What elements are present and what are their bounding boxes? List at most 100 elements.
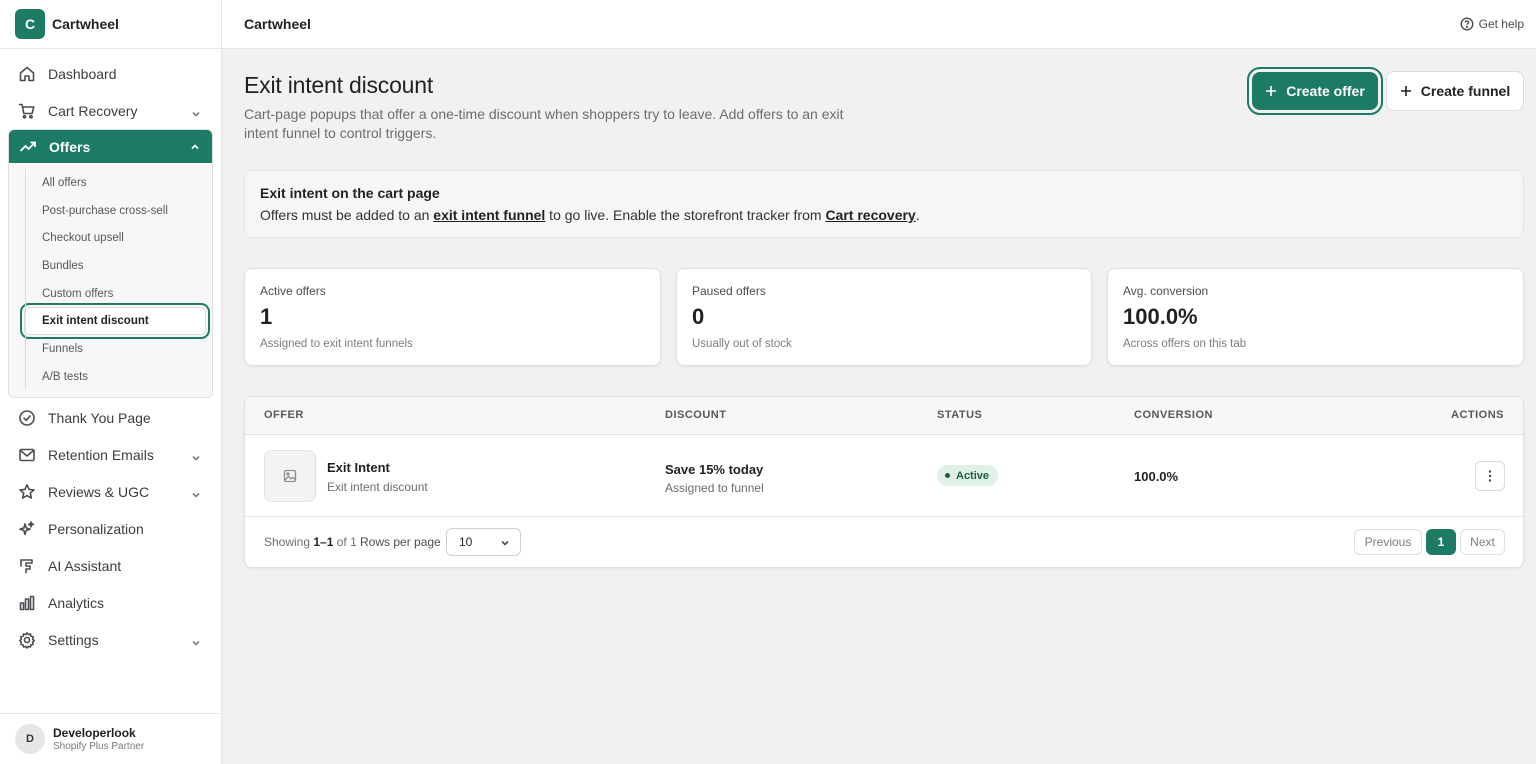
more-vertical-icon [1488, 470, 1492, 482]
banner-text-part: to go live. Enable the storefront tracke… [545, 207, 826, 223]
banner-title: Exit intent on the cart page [260, 185, 440, 201]
help-circle-icon [1460, 17, 1474, 31]
subnav-bundles[interactable]: Bundles [9, 252, 212, 280]
avatar: D [15, 724, 45, 754]
column-header-actions: ACTIONS [1451, 409, 1504, 421]
sidebar: C Cartwheel Dashboard Cart Recovery Offe… [0, 0, 222, 764]
get-help-label: Get help [1478, 17, 1524, 31]
subnav-checkout-upsell[interactable]: Checkout upsell [9, 224, 212, 252]
offer-type: Exit intent discount [327, 480, 428, 494]
brand-name: Cartwheel [52, 16, 119, 32]
discount-value: Save 15% today [665, 462, 764, 477]
pagination-summary: Showing 1–1 of 1 [264, 535, 357, 549]
sidebar-item-label: Cart Recovery [48, 102, 138, 119]
stat-subtext: Usually out of stock [692, 338, 792, 350]
column-header-status: STATUS [937, 409, 983, 421]
sidebar-item-settings[interactable]: Settings [0, 622, 221, 659]
info-banner: Exit intent on the cart page Offers must… [244, 170, 1524, 238]
discount-subtext: Assigned to funnel [665, 481, 764, 495]
sidebar-item-label: Offers [49, 138, 91, 155]
subnav-exit-intent-discount[interactable]: Exit intent discount [20, 303, 210, 340]
stat-label: Paused offers [692, 284, 766, 298]
chevron-down-icon [191, 635, 201, 646]
create-funnel-label: Create funnel [1420, 83, 1511, 99]
sidebar-item-retention-emails[interactable]: Retention Emails [0, 437, 221, 474]
create-offer-button[interactable]: Create offer [1247, 67, 1383, 115]
banner-text: Offers must be added to an exit intent f… [260, 207, 1508, 223]
rows-per-page-select[interactable]: 10 [446, 528, 521, 556]
sidebar-item-reviews-ugc[interactable]: Reviews & UGC [0, 474, 221, 511]
chevron-down-icon [191, 487, 201, 498]
page-1-button[interactable]: 1 [1426, 529, 1456, 555]
topbar: Cartwheel Get help [222, 0, 1536, 49]
ai-assistant-icon [18, 557, 36, 575]
subnav-all-offers[interactable]: All offers [9, 169, 212, 197]
brand[interactable]: C Cartwheel [0, 0, 221, 49]
page-title: Exit intent discount [244, 72, 434, 98]
plus-icon [1400, 86, 1411, 96]
sidebar-item-dashboard[interactable]: Dashboard [0, 55, 221, 92]
subnav-custom-offers[interactable]: Custom offers [9, 280, 212, 308]
sparkle-icon [18, 520, 36, 538]
sidebar-item-label: Dashboard [48, 65, 117, 82]
table-row[interactable]: Exit Intent Exit intent discount Save 15… [245, 435, 1523, 517]
chevron-down-icon [191, 450, 201, 461]
plus-icon [1266, 86, 1277, 96]
trending-up-icon [19, 138, 37, 156]
sidebar-item-personalization[interactable]: Personalization [0, 511, 221, 548]
get-help-link[interactable]: Get help [1460, 17, 1524, 31]
summary-range: 1–1 [313, 535, 334, 549]
table-footer: Showing 1–1 of 1 Rows per page 10 Previo… [245, 517, 1523, 567]
offers-table: OFFER DISCOUNT STATUS CONVERSION ACTIONS… [244, 396, 1524, 568]
next-page-button[interactable]: Next [1460, 529, 1505, 555]
column-header-discount: DISCOUNT [665, 409, 727, 421]
cart-recovery-link[interactable]: Cart recovery [825, 207, 915, 223]
offers-group: Offers All offers Post-purchase cross-se… [8, 129, 213, 398]
table-header: OFFER DISCOUNT STATUS CONVERSION ACTIONS [245, 397, 1523, 435]
chevron-up-icon [190, 139, 200, 155]
summary-suffix: of 1 [333, 535, 357, 549]
stat-value: 100.0% [1123, 304, 1198, 329]
rows-per-page-value: 10 [459, 535, 473, 549]
sidebar-item-ai-assistant[interactable]: AI Assistant [0, 548, 221, 585]
create-offer-label: Create offer [1286, 83, 1365, 99]
subnav-ab-tests[interactable]: A/B tests [9, 363, 212, 391]
stat-value: 0 [692, 304, 705, 329]
sidebar-nav: Dashboard Cart Recovery Offers All offer… [0, 49, 221, 659]
stat-subtext: Assigned to exit intent funnels [260, 338, 413, 350]
chevron-down-icon [501, 540, 509, 546]
offers-subnav: All offers Post-purchase cross-sell Chec… [9, 163, 212, 397]
mail-icon [18, 446, 36, 464]
exit-intent-funnel-link[interactable]: exit intent funnel [433, 207, 545, 223]
subnav-post-purchase-cross-sell[interactable]: Post-purchase cross-sell [9, 197, 212, 225]
previous-page-button[interactable]: Previous [1354, 529, 1422, 555]
stat-card-active-offers: Active offers 1 Assigned to exit intent … [244, 268, 661, 366]
summary-prefix: Showing [264, 535, 314, 549]
offer-name[interactable]: Exit Intent [327, 460, 390, 475]
stat-card-paused-offers: Paused offers 0 Usually out of stock [676, 268, 1092, 366]
create-funnel-button[interactable]: Create funnel [1386, 71, 1524, 111]
stat-card-avg-conversion: Avg. conversion 100.0% Across offers on … [1107, 268, 1524, 366]
sidebar-item-label: AI Assistant [48, 558, 122, 574]
banner-text-part: . [915, 207, 920, 223]
brand-logo: C [15, 9, 45, 39]
sidebar-item-offers[interactable]: Offers [9, 130, 212, 163]
cart-icon [18, 102, 36, 120]
sidebar-item-label: Reviews & UGC [48, 484, 150, 500]
row-actions-button[interactable] [1475, 461, 1505, 491]
sidebar-item-label: Settings [48, 632, 99, 648]
topbar-title: Cartwheel [244, 16, 311, 32]
sidebar-item-cart-recovery[interactable]: Cart Recovery [0, 92, 221, 129]
banner-text-part: Offers must be added to an [260, 207, 434, 223]
rows-per-page-label: Rows per page [360, 535, 441, 549]
conversion-value: 100.0% [1134, 469, 1179, 484]
page-description: Cart-page popups that offer a one-time d… [244, 106, 844, 141]
sidebar-item-label: Analytics [48, 595, 105, 611]
home-icon [18, 65, 36, 83]
chevron-down-icon [191, 106, 201, 117]
subnav-funnels[interactable]: Funnels [9, 335, 212, 363]
user-profile[interactable]: D Developerlook Shopify Plus Partner [0, 713, 221, 764]
sidebar-item-analytics[interactable]: Analytics [0, 585, 221, 622]
sidebar-item-thank-you-page[interactable]: Thank You Page [0, 400, 221, 437]
sidebar-item-label: Thank You Page [48, 410, 151, 426]
